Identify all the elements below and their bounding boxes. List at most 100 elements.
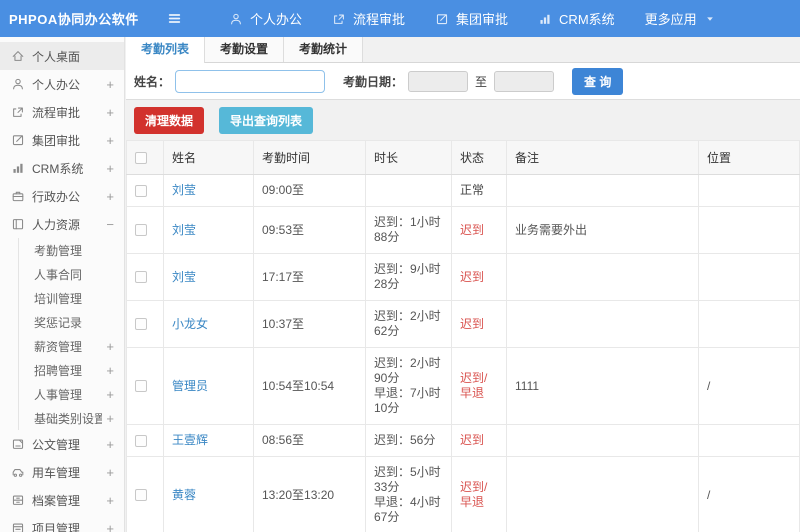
sidebar-item-personal-office[interactable]: 个人办公 +: [0, 70, 124, 98]
sidebar-item-admin-office[interactable]: 行政办公 +: [0, 182, 124, 210]
expand-toggle-icon: +: [106, 76, 114, 92]
expand-toggle-icon: +: [106, 132, 114, 148]
sidebar-item-human-resources[interactable]: 人力资源 −: [0, 210, 124, 238]
briefcase-icon: [10, 189, 25, 203]
status-cell: 迟到: [451, 253, 507, 301]
sidebar-subitem-basic-category-settings[interactable]: 基础类别设置 +: [19, 406, 124, 430]
employee-name-link[interactable]: 王壹辉: [172, 433, 208, 447]
column-header-2: 时长: [365, 140, 452, 175]
name-label: 姓名：: [134, 74, 171, 89]
attendance-time-cell: 10:54至10:54: [253, 347, 366, 425]
row-checkbox[interactable]: [135, 224, 147, 236]
expand-toggle-icon: +: [106, 520, 114, 532]
caret-down-icon: [704, 13, 716, 25]
note-cell: 业务需要外出: [506, 206, 699, 254]
table-header-row: 姓名 考勤时间 时长 状态 备注 位置: [126, 140, 800, 175]
attendance-table: 姓名 考勤时间 时长 状态 备注 位置 刘莹 09:00至 正常 刘莹 09:53至 迟到：1小时8…: [126, 140, 800, 532]
sidebar-item-vehicle-management[interactable]: 用车管理 +: [0, 458, 124, 486]
sidebar-item-label: 个人办公: [32, 77, 81, 92]
location-cell: [698, 424, 800, 457]
date-to-input[interactable]: [494, 70, 555, 92]
note-cell: [506, 174, 699, 207]
column-header-5: 位置: [698, 140, 800, 175]
note-cell: [506, 300, 699, 348]
employee-name-link[interactable]: 黄蓉: [172, 488, 196, 502]
sidebar-item-label: 集团审批: [32, 133, 81, 148]
sidebar-subitem-attendance-management[interactable]: 考勤管理: [19, 238, 124, 262]
folder-icon: [10, 521, 25, 532]
employee-name-link[interactable]: 小龙女: [172, 317, 208, 331]
attendance-time-cell: 10:37至: [253, 300, 366, 348]
location-cell: /: [698, 456, 800, 532]
sidebar-subitem-reward-punishment-records[interactable]: 奖惩记录: [19, 310, 124, 334]
sidebar-item-label: 流程审批: [32, 105, 81, 120]
expand-toggle-icon: +: [106, 160, 114, 176]
attendance-time-cell: 09:00至: [253, 174, 366, 207]
note-cell: [506, 253, 699, 301]
nav-workflow-approval[interactable]: 流程审批: [332, 9, 405, 28]
status-cell: 迟到/早退: [451, 347, 507, 425]
row-checkbox[interactable]: [135, 318, 147, 330]
nav-more-apps[interactable]: 更多应用: [645, 9, 716, 28]
name-input[interactable]: [175, 69, 326, 93]
hamburger-menu-icon[interactable]: [166, 10, 183, 27]
sidebar-submenu-human-resources: 考勤管理 人事合同 培训管理 奖惩记录 薪资管理 + 招聘管理 + 人事管理 + 基础类别设置 +: [18, 238, 124, 430]
table-row: 刘莹 17:17至 迟到：9小时28分 迟到: [126, 253, 800, 301]
export-list-button[interactable]: 导出查询列表: [219, 106, 314, 134]
row-checkbox[interactable]: [135, 489, 147, 501]
column-header-1: 考勤时间: [253, 140, 366, 175]
sidebar-item-archive-management[interactable]: 档案管理 +: [0, 486, 124, 514]
tab-attendance-statistics[interactable]: 考勤统计: [284, 37, 364, 62]
sidebar-subitem-label: 基础类别设置: [34, 411, 103, 426]
chart-icon: [10, 161, 25, 175]
nav-crm-system[interactable]: CRM系统: [538, 9, 615, 28]
nav-personal-office[interactable]: 个人办公: [229, 9, 302, 28]
sidebar-item-group-approval[interactable]: 集团审批 +: [0, 126, 124, 154]
nav-label: 更多应用: [644, 12, 697, 27]
archive-icon: [10, 493, 25, 507]
expand-toggle-icon: +: [106, 464, 114, 480]
doc-icon: [10, 437, 25, 451]
sidebar-item-workflow-approval[interactable]: 流程审批 +: [0, 98, 124, 126]
search-button[interactable]: 查 询: [572, 67, 624, 95]
tab-attendance-list[interactable]: 考勤列表: [126, 37, 206, 63]
row-checkbox[interactable]: [135, 434, 147, 447]
status-cell: 迟到: [451, 424, 507, 457]
duration-cell: 迟到：56分: [365, 424, 452, 457]
row-checkbox[interactable]: [135, 184, 147, 197]
tab-attendance-settings[interactable]: 考勤设置: [205, 37, 285, 62]
nav-group-approval[interactable]: 集团审批: [435, 9, 508, 28]
sidebar-subitem-personnel-contract[interactable]: 人事合同: [19, 262, 124, 286]
sidebar-subitem-personnel-management[interactable]: 人事管理 +: [19, 382, 124, 406]
topbar-nav: 个人办公 流程审批 集团审批 CRM系统 更多应用: [199, 9, 716, 28]
status-cell: 迟到: [451, 300, 507, 348]
sidebar-item-label: 公文管理: [32, 437, 81, 452]
sidebar-item-document-management[interactable]: 公文管理 +: [0, 430, 124, 458]
share-icon: [10, 105, 25, 119]
employee-name-link[interactable]: 刘莹: [172, 270, 196, 284]
date-from-input[interactable]: [408, 70, 469, 92]
user-icon: [229, 12, 243, 26]
sidebar-item-crm-system[interactable]: CRM系统 +: [0, 154, 124, 182]
expand-toggle-icon: +: [106, 410, 114, 426]
duration-cell: 迟到：5小时33分 早退：4小时67分: [365, 456, 452, 532]
sidebar-subitem-recruitment-management[interactable]: 招聘管理 +: [19, 358, 124, 382]
employee-name-link[interactable]: 刘莹: [172, 223, 196, 237]
employee-name-link[interactable]: 刘莹: [172, 183, 196, 197]
sidebar-subitem-training-management[interactable]: 培训管理: [19, 286, 124, 310]
main-content: 考勤列表 考勤设置 考勤统计 姓名： 考勤日期： 至 查 询 清理数据 导出查询列表…: [126, 37, 800, 532]
sidebar-subitem-salary-management[interactable]: 薪资管理 +: [19, 334, 124, 358]
clean-data-button[interactable]: 清理数据: [134, 106, 205, 134]
date-range-separator: 至: [475, 74, 488, 89]
row-checkbox[interactable]: [135, 380, 147, 392]
row-checkbox[interactable]: [135, 271, 147, 283]
filter-panel: 姓名： 考勤日期： 至 查 询: [126, 63, 800, 100]
sidebar-item-label: 人力资源: [32, 217, 81, 232]
employee-name-link[interactable]: 管理员: [172, 379, 208, 393]
nav-label: 个人办公: [250, 12, 303, 27]
expand-toggle-icon: +: [106, 104, 114, 120]
sidebar-subitem-label: 招聘管理: [34, 363, 83, 378]
sidebar-item-project-management[interactable]: 项目管理 +: [0, 514, 124, 532]
select-all-checkbox[interactable]: [135, 151, 147, 164]
sidebar-item-personal-desktop[interactable]: 个人桌面: [0, 42, 124, 70]
